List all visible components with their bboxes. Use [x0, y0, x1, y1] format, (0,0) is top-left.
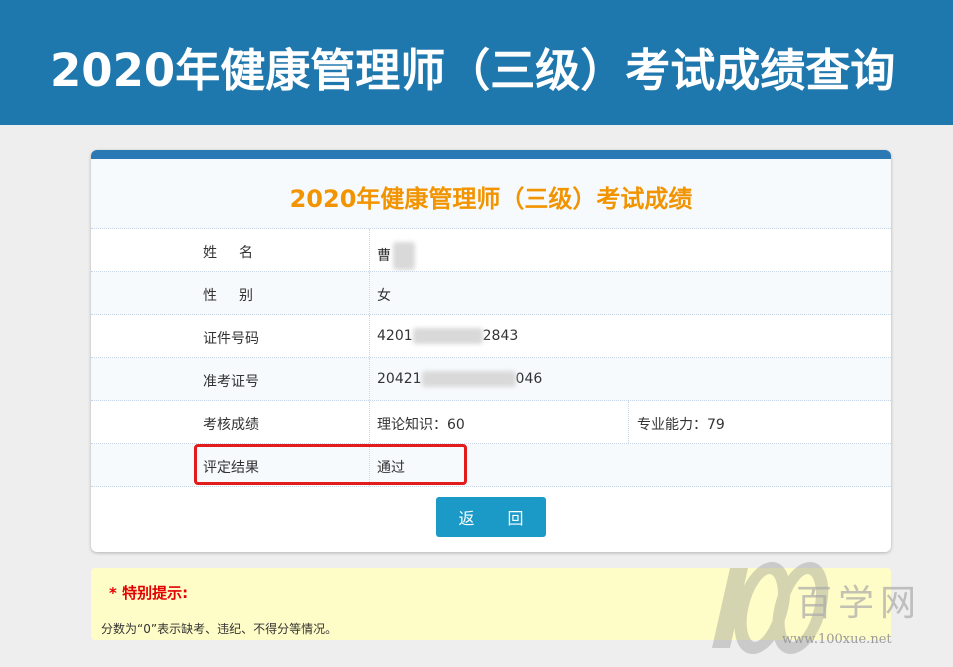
table-row-scores: 考核成绩 理论知识：60 专业能力：79 [91, 401, 891, 444]
row-label-name: 姓名 [203, 245, 275, 261]
masked-text [393, 242, 415, 270]
watermark-url: www.100xue.net [782, 632, 892, 647]
column-divider [369, 358, 370, 400]
notice-title: * 特别提示: [109, 584, 189, 602]
row-value-ticket-number: 20421 046 [377, 371, 543, 387]
row-label-id-number: 证件号码 [203, 331, 259, 347]
row-label-scores: 考核成绩 [203, 417, 259, 433]
row-value-theory-score: 理论知识：60 [377, 417, 465, 433]
page-title: 2020年健康管理师（三级）考试成绩查询 [50, 44, 896, 97]
table-row-id-number: 证件号码 4201 2843 [91, 315, 891, 358]
table-row-name: 姓名 曹 [91, 229, 891, 272]
column-divider [628, 401, 629, 443]
row-value-gender: 女 [377, 288, 391, 304]
row-value-name: 曹 [377, 242, 415, 270]
column-divider [369, 272, 370, 314]
column-divider [369, 401, 370, 443]
score-card: 2020年健康管理师（三级）考试成绩 姓名 曹 性别 女 证件号码 4201 28… [91, 150, 891, 552]
table-row-ticket-number: 准考证号 20421 046 [91, 358, 891, 401]
masked-text [412, 328, 483, 344]
card-header: 2020年健康管理师（三级）考试成绩 [91, 159, 891, 229]
back-button[interactable]: 返 回 [436, 497, 546, 537]
notice-text: 分数为“0”表示缺考、违纪、不得分等情况。 [101, 622, 338, 636]
row-label-gender: 性别 [203, 288, 275, 304]
result-highlight-box [194, 444, 467, 485]
column-divider [369, 229, 370, 271]
card-top-bar [91, 150, 891, 159]
row-label-ticket-number: 准考证号 [203, 374, 259, 390]
card-title: 2020年健康管理师（三级）考试成绩 [289, 185, 693, 213]
row-value-id-number: 4201 2843 [377, 328, 519, 344]
column-divider [369, 315, 370, 357]
masked-text [421, 371, 516, 387]
header-banner: 2020年健康管理师（三级）考试成绩查询 [0, 0, 953, 125]
row-value-skill-score: 专业能力：79 [637, 417, 725, 433]
watermark-brand: 百学网 [796, 583, 923, 624]
table-row-gender: 性别 女 [91, 272, 891, 315]
